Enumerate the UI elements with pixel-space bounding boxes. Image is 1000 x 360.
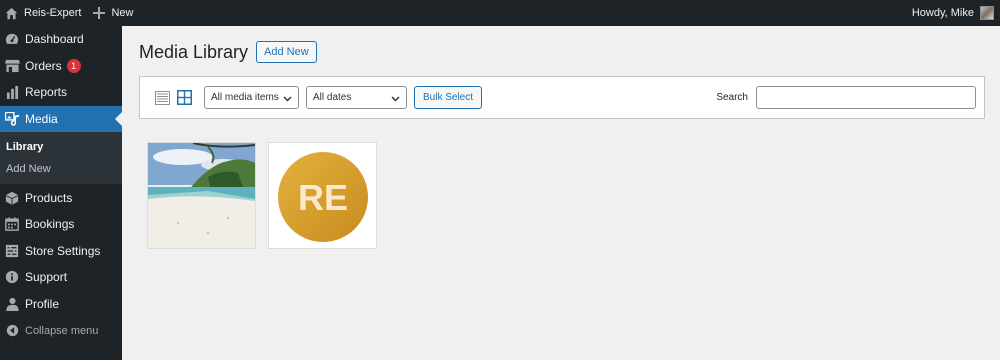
media-search: Search [716, 86, 976, 109]
sidebar-item-orders[interactable]: Orders 1 [0, 53, 122, 80]
sidebar-item-label: Orders [25, 58, 62, 73]
bulk-select-button[interactable]: Bulk Select [414, 86, 483, 109]
chevron-down-icon [283, 94, 292, 105]
main-content: Media Library Add New All media items Al… [122, 26, 1000, 360]
sidebar-item-bookings[interactable]: Bookings [0, 211, 122, 238]
page-header: Media Library Add New [139, 41, 317, 63]
sidebar-item-label: Dashboard [25, 32, 84, 47]
submenu-item-add-new[interactable]: Add New [0, 158, 122, 180]
dashboard-icon [4, 31, 20, 47]
sidebar-item-media[interactable]: Media [0, 105, 122, 133]
media-type-filter[interactable]: All media items [204, 86, 299, 109]
home-icon [5, 7, 18, 20]
add-new-button[interactable]: Add New [256, 41, 317, 63]
sidebar-item-profile[interactable]: Profile [0, 291, 122, 318]
sidebar-item-store-settings[interactable]: Store Settings [0, 238, 122, 265]
search-label: Search [716, 92, 748, 103]
collapse-icon [4, 323, 20, 339]
list-view-icon[interactable] [152, 88, 172, 108]
date-filter[interactable]: All dates [306, 86, 407, 109]
info-icon [4, 269, 20, 285]
box-icon [4, 190, 20, 206]
sidebar-item-label: Collapse menu [25, 324, 99, 337]
view-switch [152, 88, 196, 108]
sidebar-item-label: Support [25, 270, 68, 285]
store-icon [4, 58, 20, 74]
media-grid: RE [147, 142, 389, 249]
sidebar-item-label: Products [25, 190, 73, 205]
sidebar-item-label: Bookings [25, 217, 75, 232]
new-label: New [111, 7, 134, 19]
media-toolbar: All media items All dates Bulk Select Se… [139, 76, 985, 119]
media-type-filter-value: All media items [211, 92, 279, 103]
orders-count-badge: 1 [66, 58, 81, 73]
admin-bar: Reis-Expert New Howdy, Mike [0, 0, 1000, 26]
settings-icon [4, 243, 20, 259]
sidebar-item-support[interactable]: Support [0, 264, 122, 291]
search-input[interactable] [756, 86, 976, 109]
sidebar-item-label: Reports [25, 85, 68, 100]
user-icon [4, 296, 20, 312]
media-icon [4, 111, 20, 127]
sidebar-item-label: Profile [25, 297, 60, 312]
chevron-down-icon [391, 94, 400, 105]
media-submenu: Library Add New [0, 132, 122, 185]
plus-icon [93, 7, 106, 19]
date-filter-value: All dates [313, 92, 352, 103]
logo-text: RE [298, 177, 348, 218]
collapse-menu-button[interactable]: Collapse menu [0, 317, 122, 344]
my-account[interactable]: Howdy, Mike [912, 6, 1000, 20]
sidebar-item-products[interactable]: Products [0, 184, 122, 211]
beach-photo-thumbnail [148, 143, 255, 248]
sidebar-item-reports[interactable]: Reports [0, 79, 122, 106]
admin-sidebar: Dashboard Orders 1 Reports Media Library… [0, 26, 122, 360]
page-title: Media Library [139, 41, 249, 62]
sidebar-item-label: Media [25, 112, 58, 127]
greeting: Howdy, Mike [911, 7, 974, 19]
calendar-icon [4, 216, 20, 232]
submenu-item-library[interactable]: Library [0, 136, 122, 158]
re-logo-thumbnail: RE [269, 143, 376, 248]
media-item-beach-photo[interactable] [147, 142, 256, 249]
avatar [980, 6, 994, 20]
sidebar-item-label: Store Settings [25, 243, 101, 258]
sidebar-item-dashboard[interactable]: Dashboard [0, 26, 122, 53]
media-item-re-logo[interactable]: RE [268, 142, 377, 249]
site-name: Reis-Expert [24, 7, 82, 19]
new-content-link[interactable]: New [88, 0, 140, 26]
grid-view-icon[interactable] [174, 88, 194, 108]
chart-bar-icon [4, 84, 20, 100]
site-name-link[interactable]: Reis-Expert [0, 0, 88, 26]
